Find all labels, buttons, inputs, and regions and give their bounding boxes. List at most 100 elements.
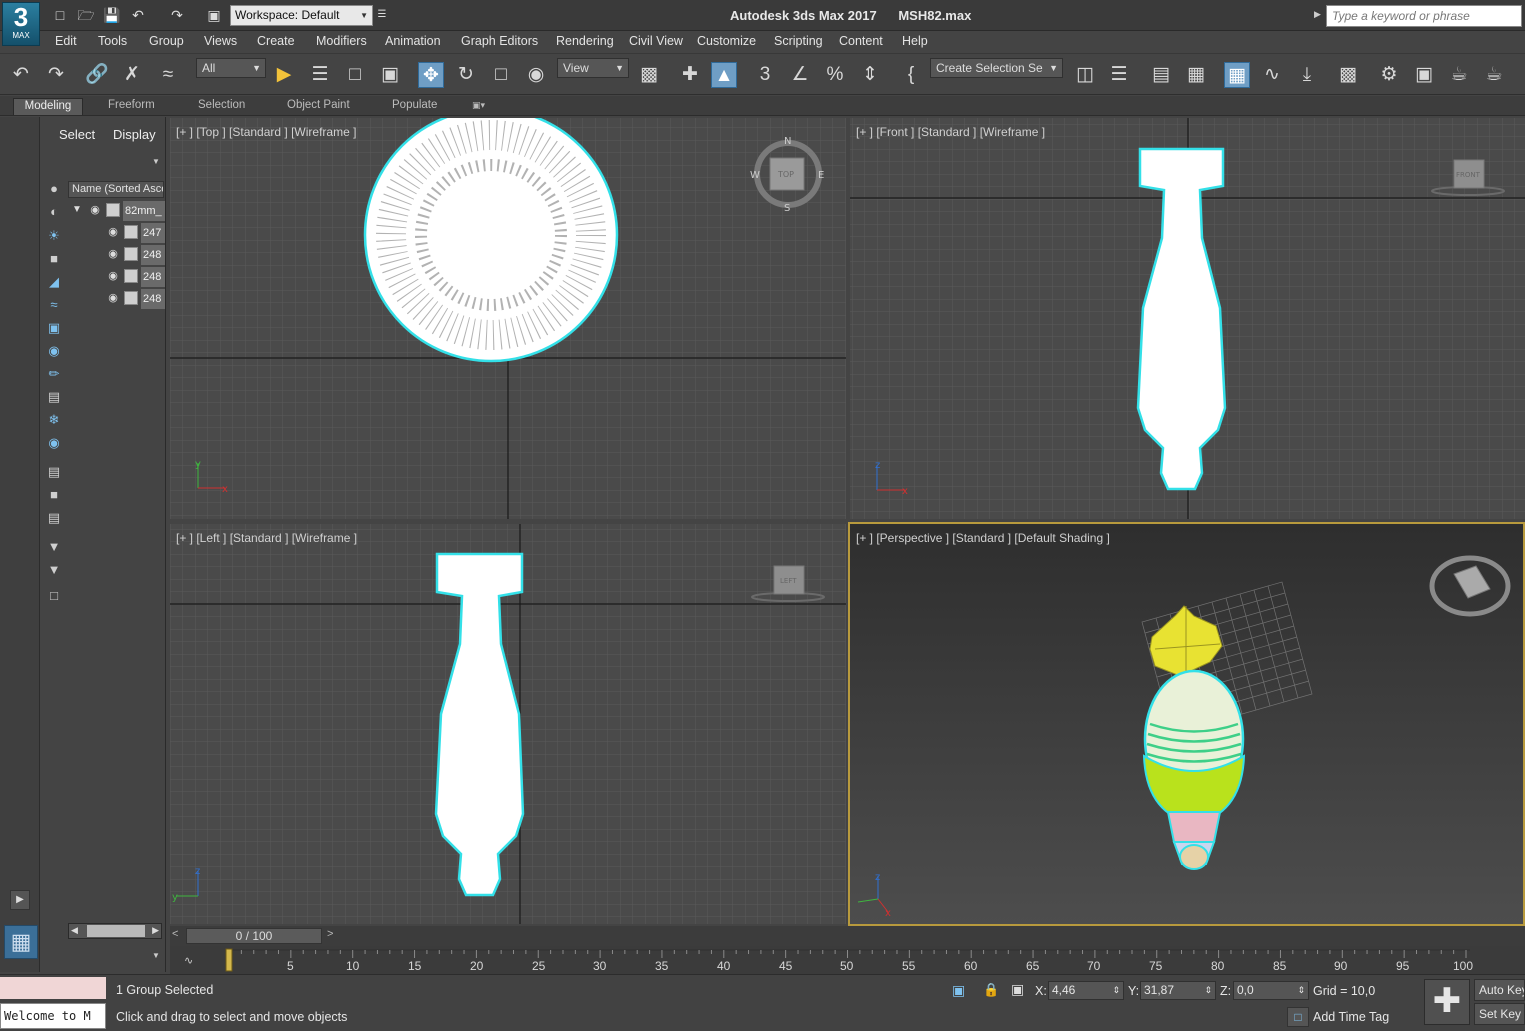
z-coord-field[interactable]: 0,0 ⇕ — [1233, 981, 1309, 1000]
viewport-label-left[interactable]: [+ ] [Left ] [Standard ] [Wireframe ] — [176, 531, 357, 545]
display-lights-icon[interactable]: ☀ — [45, 227, 63, 245]
y-coord-field[interactable]: 31,87 ⇕ — [1140, 981, 1216, 1000]
tree-row-child[interactable]: ◉ 248 — [70, 267, 166, 287]
display-groups-icon[interactable]: ▣ — [45, 319, 63, 337]
select-and-place-icon[interactable]: ◉ — [523, 62, 549, 88]
menu-tools[interactable]: Tools — [98, 34, 127, 48]
redo-icon[interactable]: ↷ — [168, 6, 186, 24]
set-key-button[interactable]: Set Key — [1474, 1003, 1525, 1025]
display-xrefs-icon[interactable]: ◉ — [45, 342, 63, 360]
chevron-down-icon[interactable]: ▼ — [152, 951, 160, 960]
filter-off-icon[interactable]: ▼ — [45, 538, 63, 556]
window-crossing-icon[interactable]: ▣ — [377, 62, 403, 88]
isolate-selection-icon[interactable]: ▣ — [952, 982, 965, 999]
menu-create[interactable]: Create — [257, 34, 295, 48]
menu-scripting[interactable]: Scripting — [774, 34, 823, 48]
time-slider[interactable]: < 0 / 100 > — [170, 926, 1525, 946]
select-and-move-icon[interactable]: ✥ — [418, 62, 444, 88]
viewport-left[interactable]: z y LEFT [+ ] [Left ] [Standard ] [Wiref… — [170, 524, 846, 924]
material-editor-icon[interactable]: ▩ — [1335, 62, 1361, 88]
x-coord-field[interactable]: 4,46 ⇕ — [1048, 981, 1124, 1000]
viewport-label-perspective[interactable]: [+ ] [Perspective ] [Standard ] [Default… — [856, 531, 1110, 545]
viewport-label-front[interactable]: [+ ] [Front ] [Standard ] [Wireframe ] — [856, 125, 1045, 139]
tree-row-child[interactable]: ◉ 248 — [70, 289, 166, 309]
display-frozen-icon[interactable]: ❄ — [45, 411, 63, 429]
percent-snap-icon[interactable]: % — [822, 62, 848, 88]
menu-edit[interactable]: Edit — [55, 34, 77, 48]
maxscript-listener-output[interactable] — [0, 977, 106, 999]
workspace-dropdown[interactable]: Workspace: Default ▼ — [230, 5, 373, 26]
spinner-icon[interactable]: ⇕ — [1112, 982, 1120, 999]
link-icon[interactable]: 🔗 — [84, 62, 110, 88]
tab-populate[interactable]: Populate — [386, 98, 443, 115]
spinner-icon[interactable]: ⇕ — [1297, 982, 1305, 999]
selection-filter-dropdown[interactable]: All ▼ — [196, 58, 266, 78]
spinner-icon[interactable]: ⇕ — [1204, 982, 1212, 999]
maxscript-mini-listener[interactable]: Welcome to M — [0, 1003, 106, 1029]
display-space-warps-icon[interactable]: ≈ — [45, 296, 63, 314]
layer-explorer-icon[interactable]: □ — [45, 587, 63, 605]
auto-key-button[interactable]: Auto Key — [1474, 979, 1525, 1001]
select-and-scale-icon[interactable]: □ — [488, 62, 514, 88]
play-panel-icon[interactable]: ▶ — [10, 890, 30, 910]
menu-content[interactable]: Content — [839, 34, 883, 48]
tab-freeform[interactable]: Freeform — [102, 98, 161, 115]
scene-explorer-tab-display[interactable]: Display — [113, 127, 156, 142]
menu-views[interactable]: Views — [204, 34, 237, 48]
scroll-left-icon[interactable]: ◀ — [71, 925, 78, 936]
ribbon-toggle-icon[interactable]: ▦ — [1224, 62, 1250, 88]
scene-explorer-tab-select[interactable]: Select — [59, 127, 95, 142]
time-slider-next-icon[interactable]: > — [327, 928, 333, 940]
chevron-down-icon[interactable]: ▼ — [152, 157, 160, 166]
viewport-layout-icon[interactable]: ▦ — [4, 925, 38, 959]
filter-icon[interactable]: ▼ — [45, 561, 63, 579]
select-and-rotate-icon[interactable]: ↻ — [453, 62, 479, 88]
selection-lock-icon[interactable]: 🔒 — [983, 982, 999, 998]
viewport-front[interactable]: z x FRONT [+ ] [Front ] [Standard ] [Wir… — [850, 118, 1525, 519]
angle-snap-icon[interactable]: ∠ — [787, 62, 813, 88]
time-slider-prev-icon[interactable]: < — [172, 928, 178, 940]
customize-quick-access-icon[interactable]: ☰ — [373, 6, 391, 24]
rendered-frame-window-icon[interactable]: ▣ — [1411, 62, 1437, 88]
visibility-eye-icon[interactable]: ◉ — [106, 247, 120, 261]
tab-modeling[interactable]: Modeling — [13, 98, 83, 115]
new-file-icon[interactable]: □ — [51, 6, 69, 24]
display-hidden-icon[interactable]: ◉ — [45, 434, 63, 452]
visibility-eye-icon[interactable]: ◉ — [106, 269, 120, 283]
mirror-icon[interactable]: ◫ — [1072, 62, 1098, 88]
save-file-icon[interactable]: 💾 — [103, 6, 121, 24]
display-none-icon[interactable]: ● — [45, 180, 63, 198]
menu-modifiers[interactable]: Modifiers — [316, 34, 367, 48]
invert-display-icon[interactable]: ▤ — [45, 509, 63, 527]
ribbon-options-icon[interactable]: ▣▾ — [466, 98, 491, 115]
tab-object-paint[interactable]: Object Paint — [281, 98, 356, 115]
tree-row-child[interactable]: ◉ 248 — [70, 245, 166, 265]
open-file-icon[interactable]: 🗁 — [77, 6, 95, 24]
chevron-right-icon[interactable]: ▶ — [1314, 9, 1321, 20]
render-production-icon[interactable]: ☕ — [1446, 62, 1472, 88]
display-cameras-icon[interactable]: ■ — [45, 250, 63, 268]
edit-named-selection-icon[interactable]: { — [898, 62, 924, 88]
display-none-filter-icon[interactable]: ■ — [45, 486, 63, 504]
menu-group[interactable]: Group — [149, 34, 184, 48]
display-bones-icon[interactable]: ✏ — [45, 365, 63, 383]
horizontal-scrollbar[interactable]: ◀ ▶ — [68, 923, 162, 939]
menu-rendering[interactable]: Rendering — [556, 34, 614, 48]
select-by-name-icon[interactable]: ☰ — [307, 62, 333, 88]
search-input[interactable]: Type a keyword or phrase — [1326, 5, 1522, 27]
manipulate-icon[interactable]: ✚ — [677, 62, 703, 88]
display-helpers-icon[interactable]: ◢ — [45, 273, 63, 291]
display-all-icon[interactable]: ▤ — [45, 463, 63, 481]
named-selection-set-dropdown[interactable]: Create Selection Se ▼ — [930, 58, 1063, 78]
select-object-icon[interactable]: ▶ — [271, 62, 297, 88]
layer-manager-icon[interactable]: ▤ — [1148, 62, 1174, 88]
scroll-thumb[interactable] — [87, 925, 145, 937]
spinner-snap-icon[interactable]: ⇕ — [857, 62, 883, 88]
menu-graph-editors[interactable]: Graph Editors — [461, 34, 538, 48]
visibility-eye-icon[interactable]: ◉ — [88, 203, 102, 217]
render-iterative-icon[interactable]: ☕ — [1481, 62, 1507, 88]
set-key-big-button[interactable]: ✚ — [1424, 979, 1470, 1025]
schematic-view-icon[interactable]: ⤓ — [1294, 62, 1320, 88]
align-icon[interactable]: ☰ — [1106, 62, 1132, 88]
redo-icon[interactable]: ↷ — [43, 62, 69, 88]
